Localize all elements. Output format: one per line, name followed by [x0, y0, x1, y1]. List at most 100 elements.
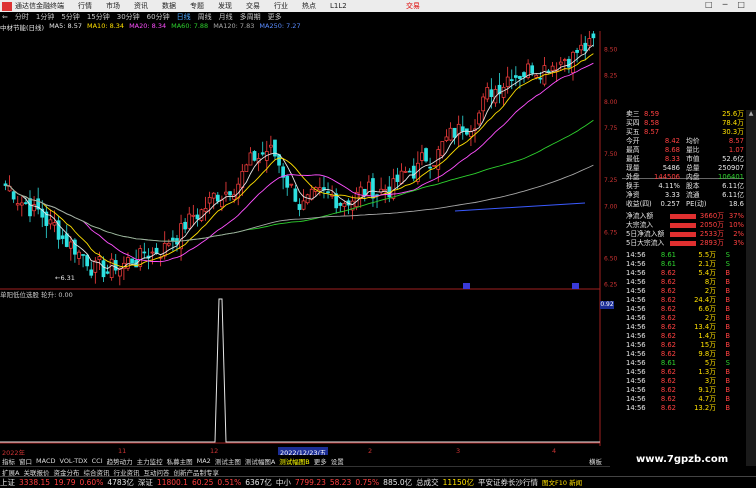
ma250-label: MA250: 7.27 [259, 22, 301, 30]
tab-cci[interactable]: CCI [92, 457, 103, 465]
flow-label: 5日净流入额 [626, 230, 665, 238]
period-1min[interactable]: 1分钟 [36, 12, 54, 22]
menu-industry[interactable]: 行业 [274, 1, 288, 11]
func-qa[interactable]: 互动问答 [143, 467, 169, 477]
back-icon[interactable]: ⇐ [2, 13, 8, 21]
tab-settings[interactable]: 设置 [331, 456, 344, 466]
func-ext-a[interactable]: 扩展A [2, 467, 19, 477]
candle [77, 251, 81, 259]
candle [428, 166, 432, 169]
zx-label[interactable]: 中小 [276, 477, 291, 488]
menu-market2[interactable]: 市场 [106, 1, 120, 11]
trade-button[interactable]: 交易 [406, 1, 420, 11]
tab-more[interactable]: 更多 [314, 456, 327, 466]
maximize-icon[interactable]: □ [737, 0, 745, 9]
tab-ma2[interactable]: MA2 [197, 457, 211, 465]
period-15min[interactable]: 15分钟 [87, 12, 110, 22]
sh-amount: 4783亿 [107, 477, 134, 487]
candle [224, 191, 228, 195]
f10-tip[interactable]: 图文F10 新闻 [542, 477, 582, 487]
func-news[interactable]: 综合资讯 [83, 467, 109, 477]
tick-row: 14:56 8.62 13.4万 B [622, 323, 746, 332]
menu-news[interactable]: 资讯 [134, 1, 148, 11]
tab-main-monitor[interactable]: 主力监控 [137, 456, 163, 466]
tab-vol[interactable]: VOL-TDX [59, 457, 87, 465]
menu-trade[interactable]: 交易 [246, 1, 260, 11]
candle [485, 87, 490, 100]
period-60min[interactable]: 60分钟 [147, 12, 170, 22]
menu-l1l2[interactable]: L1L2 [330, 2, 347, 10]
candle [60, 235, 65, 239]
period-monthly[interactable]: 月线 [219, 12, 233, 22]
marker-event[interactable] [463, 283, 470, 289]
tick-row: 14:56 8.62 6.6万 B [622, 305, 746, 314]
menu-market[interactable]: 行情 [78, 1, 92, 11]
flow-row: 5日净流入额 2533万 2% [622, 230, 746, 239]
sh-change: 19.79 [54, 477, 76, 487]
menu-data[interactable]: 数据 [162, 1, 176, 11]
tick-row: 14:56 8.62 2万 B [622, 287, 746, 296]
kline-chart[interactable]: 8.50 8.25 8.00 7.75 7.50 7.25 7.00 6.75 6.50 6.25… [0, 31, 622, 446]
side-scrollbar[interactable]: ▲ [746, 110, 756, 466]
tab-window[interactable]: 窗口 [19, 456, 32, 466]
restore-icon[interactable]: □ [705, 0, 713, 9]
period-multi[interactable]: 多周期 [240, 12, 261, 22]
candle [293, 188, 298, 202]
ma20-label: MA20: 8.34 [129, 22, 167, 30]
tick-row: 14:56 8.62 9.8万 B [622, 350, 746, 359]
period-weekly[interactable]: 周线 [198, 12, 212, 22]
period-5min[interactable]: 5分钟 [61, 12, 79, 22]
stat-value: 6.11亿 [722, 191, 744, 199]
zx-amount: 885.0亿 [383, 477, 413, 487]
candle [289, 183, 294, 186]
func-innovation[interactable]: 创新产品制专享 [173, 467, 219, 477]
stat-label: 今开 [626, 137, 640, 145]
tick-price: 8.62 [660, 350, 676, 358]
candle [28, 198, 32, 217]
candle [191, 214, 196, 217]
marker-event-2[interactable] [572, 283, 579, 289]
sh-label[interactable]: 上证 [0, 477, 15, 488]
book-volume: 78.4万 [722, 119, 744, 127]
tab-private-main[interactable]: 私募主图 [167, 456, 193, 466]
scroll-up-icon[interactable]: ▲ [746, 110, 756, 119]
candle [97, 256, 102, 261]
tab-test-main[interactable]: 测试主图 [215, 456, 241, 466]
menu-hot[interactable]: 热点 [302, 1, 316, 11]
period-daily[interactable]: 日线 [177, 12, 191, 22]
tick-time: 14:56 [626, 350, 646, 358]
tab-test-a[interactable]: 测试幅图A [245, 456, 275, 466]
candle [591, 33, 596, 39]
tab-trend[interactable]: 趋势动力 [107, 456, 133, 466]
func-industry-news[interactable]: 行业资讯 [113, 467, 139, 477]
func-fund-dist[interactable]: 资金分布 [53, 467, 79, 477]
sz-label[interactable]: 深证 [138, 477, 153, 488]
tick-price: 8.62 [660, 332, 676, 340]
book-volume: 30.3万 [722, 128, 744, 136]
price-tick: 7.00 [604, 203, 618, 210]
candle [150, 251, 155, 254]
candle [546, 70, 551, 73]
app-title: 通达信金融终端 [15, 2, 64, 10]
tab-horizontal[interactable]: 横板 [589, 456, 602, 466]
period-more[interactable]: 更多 [268, 12, 282, 22]
period-30min[interactable]: 30分钟 [117, 12, 140, 22]
tab-macd[interactable]: MACD [36, 457, 55, 465]
candle [195, 214, 200, 220]
tick-price: 8.62 [660, 314, 676, 322]
candle [297, 204, 302, 210]
tick-price: 8.61 [660, 251, 676, 259]
candle [240, 171, 245, 189]
stat-value: 18.6 [728, 200, 744, 208]
candle [89, 269, 94, 276]
tab-indicator[interactable]: 指标 [2, 456, 15, 466]
period-intraday[interactable]: 分时 [15, 12, 29, 22]
menu-discover[interactable]: 发现 [218, 1, 232, 11]
tick-row: 14:56 8.62 15万 B [622, 341, 746, 350]
sub-current-value: 0.92 [600, 301, 614, 309]
func-related[interactable]: 关联报价 [23, 467, 49, 477]
menu-topic[interactable]: 专题 [190, 1, 204, 11]
tab-test-b[interactable]: 测试幅图B [279, 456, 309, 466]
tick-row: 14:56 8.62 1.3万 B [622, 368, 746, 377]
minimize-icon[interactable]: ─ [723, 0, 728, 9]
